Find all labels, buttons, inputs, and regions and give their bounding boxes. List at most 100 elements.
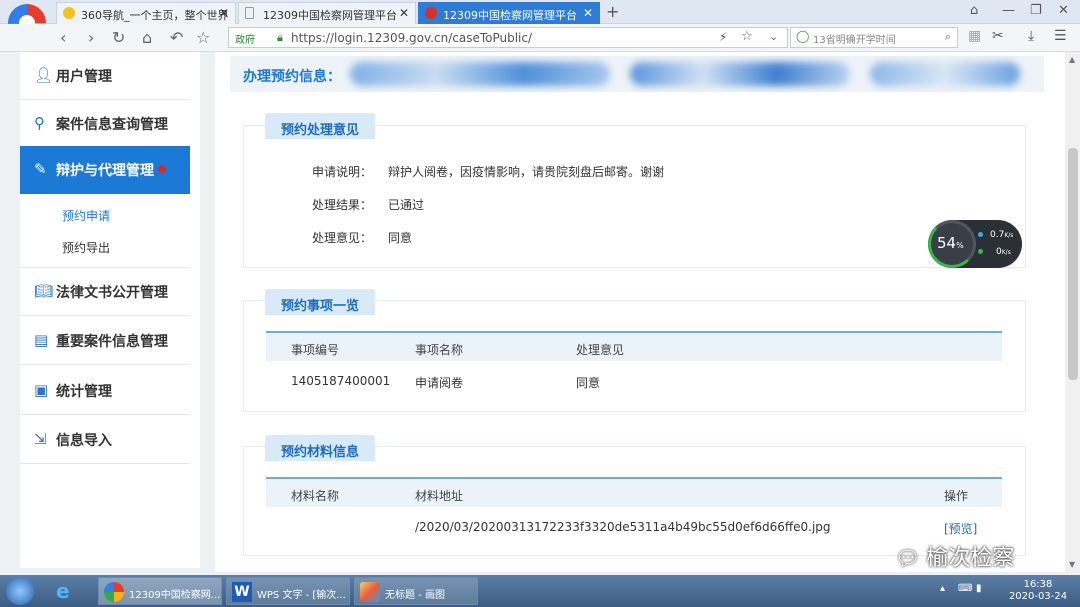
upload-dot <box>978 232 983 237</box>
menu-icon[interactable]: ☰ <box>1054 28 1067 44</box>
undo-icon[interactable]: ↶ <box>170 28 183 47</box>
wechat-watermark: 💬︎ 榆次检察 <box>895 546 1015 571</box>
preview-link[interactable]: [预览] <box>944 520 977 537</box>
case-search-icon: ⚲ <box>34 114 45 132</box>
url-bar[interactable]: 政府 🔒︎ https://login.12309.gov.cn/caseToP… <box>228 27 788 48</box>
chevron-down-icon[interactable]: ⌄ <box>769 30 778 43</box>
tab-12309-1[interactable]: 12309中国检察网管理平台 ✕ <box>238 2 416 24</box>
scissors-icon[interactable]: ✂ <box>992 28 1004 44</box>
download-speed: 0K/s <box>996 247 1011 257</box>
ie-browser-icon[interactable]: e <box>56 579 70 603</box>
minimize-icon[interactable]: — <box>1002 3 1015 18</box>
field-label: 处理意见： <box>311 231 372 245</box>
sidebar-item-label: 法律文书公开管理 <box>56 285 168 301</box>
search-input[interactable]: 13省明确开学时间 <box>813 31 896 46</box>
sidebar-item-import[interactable]: ⇲ 信息导入 <box>20 416 190 464</box>
forward-icon[interactable]: › <box>88 28 94 47</box>
item-name: 申请阅卷 <box>415 376 464 390</box>
appointment-info-bar: 办理预约信息： <box>230 56 1044 92</box>
task-label: WPS 文字 - [输次... <box>257 590 346 601</box>
search-box[interactable]: ◯ 13省明确开学时间 ⌕ <box>790 27 958 48</box>
subitem-appointment-apply[interactable]: 预约申请 <box>62 207 110 224</box>
windows-taskbar: e 12309中国检察网... W WPS 文字 - [输次... 无标题 - … <box>0 575 1080 607</box>
processing-result: 已通过 <box>388 198 425 212</box>
sidebar: 👤︎ 用户管理 ⚲ 案件信息查询管理 ✎ 辩护与代理管理 预约申请 预约导出 📖… <box>20 52 200 568</box>
start-button[interactable] <box>6 577 34 605</box>
column-header: 处理意见 <box>576 343 625 357</box>
tab-360-nav[interactable]: 360导航_一个主页，整个世界 ✕ <box>56 2 236 24</box>
system-clock[interactable]: 16:38 2020-03-24 <box>1000 579 1076 603</box>
speed-mode-icon[interactable]: ⚡︎ <box>719 30 727 44</box>
book-icon: 📖︎ <box>34 282 54 300</box>
import-icon: ⇲ <box>34 430 47 448</box>
subitem-appointment-export[interactable]: 预约导出 <box>62 239 110 256</box>
bookmark-star-icon[interactable]: ☆ <box>741 29 753 44</box>
maximize-icon[interactable]: ❐ <box>1030 3 1042 18</box>
column-header: 材料地址 <box>415 489 464 503</box>
material-path: /2020/03/20200313172233f3320de5311a4b49b… <box>415 520 831 534</box>
taskbar-item-wps[interactable]: W WPS 文字 - [输次... <box>226 577 350 605</box>
tab-label: 360导航_一个主页，整个世界 <box>81 9 229 22</box>
tab-label: 12309中国检察网管理平台 <box>263 9 397 22</box>
sidebar-item-case-query[interactable]: ⚲ 案件信息查询管理 <box>20 100 190 148</box>
taskbar-item-paint[interactable]: 无标题 - 画图 <box>354 577 478 605</box>
download-icon[interactable]: ⤓ <box>1028 28 1034 44</box>
redacted-blur <box>350 62 610 86</box>
column-header: 事项名称 <box>415 343 464 357</box>
back-icon[interactable]: ‹ <box>60 28 66 47</box>
processing-opinion: 同意 <box>388 231 413 245</box>
keyboard-icon[interactable]: ⌨ <box>958 583 972 594</box>
upload-speed: 0.7K/s <box>990 230 1014 240</box>
column-header: 操作 <box>944 489 969 503</box>
close-icon[interactable]: ✕ <box>399 6 409 20</box>
table-header <box>266 333 1002 361</box>
page-icon <box>245 7 254 19</box>
scrollbar-thumb[interactable] <box>1068 148 1078 380</box>
table-header <box>266 479 1002 507</box>
apps-grid-icon[interactable]: ▦ <box>968 28 981 44</box>
sidebar-item-label: 信息导入 <box>56 433 112 449</box>
sidebar-item-defense-agency[interactable]: ✎ 辩护与代理管理 <box>20 146 190 194</box>
favorite-star-icon[interactable]: ☆ <box>196 28 210 47</box>
sidebar-item-statistics[interactable]: ▣ 统计管理 <box>20 367 190 415</box>
sidebar-item-label: 统计管理 <box>56 384 112 400</box>
statistics-icon: ▣ <box>34 381 49 399</box>
vertical-scrollbar[interactable]: ▲ ▼ <box>1066 52 1080 575</box>
important-case-icon: ▤ <box>34 331 49 349</box>
new-tab-button[interactable]: + <box>606 2 619 21</box>
tray-expand-icon[interactable]: ▴ <box>940 583 945 594</box>
browser-icon <box>104 582 124 602</box>
info-label: 办理预约信息： <box>243 69 341 85</box>
defense-icon: ✎ <box>34 160 47 178</box>
scroll-up-icon[interactable]: ▲ <box>1069 55 1075 64</box>
close-icon[interactable]: ✕ <box>219 6 229 20</box>
section-title: 预约处理意见 <box>265 113 375 139</box>
home-icon[interactable]: ⌂ <box>142 28 152 47</box>
item-number: 1405187400001 <box>291 374 391 388</box>
url-text[interactable]: https://login.12309.gov.cn/caseToPublic/ <box>291 31 532 45</box>
wechat-icon: 💬︎ <box>895 546 921 570</box>
notification-dot <box>158 165 166 173</box>
network-icon[interactable]: ▮ <box>976 583 982 594</box>
application-note: 辩护人阅卷，因疫情影响，请贵院刻盘后邮寄。谢谢 <box>388 165 665 179</box>
search-engine-icon: ◯ <box>796 29 810 43</box>
sidebar-item-users[interactable]: 👤︎ 用户管理 <box>20 52 190 100</box>
sidebar-item-important-cases[interactable]: ▤ 重要案件信息管理 <box>20 317 190 365</box>
sidebar-item-label: 辩护与代理管理 <box>56 163 154 179</box>
download-dot <box>978 249 983 254</box>
task-label: 12309中国检察网... <box>129 590 221 601</box>
redacted-blur <box>870 62 1020 86</box>
field-label: 处理结果： <box>311 198 372 212</box>
close-window-icon[interactable]: ✕ <box>1058 3 1069 18</box>
scroll-down-icon[interactable]: ▼ <box>1069 560 1075 569</box>
search-icon[interactable]: ⌕ <box>945 30 951 44</box>
shirt-skin-icon[interactable]: ⌂ <box>970 3 978 18</box>
close-icon[interactable]: ✕ <box>583 6 593 20</box>
sidebar-item-legal-docs[interactable]: 📖︎ 法律文书公开管理 <box>20 268 190 316</box>
taskbar-item-browser[interactable]: 12309中国检察网... <box>98 577 222 605</box>
tab-12309-active[interactable]: 12309中国检察网管理平台 ✕ <box>418 2 600 24</box>
refresh-icon[interactable]: ↻ <box>112 28 125 47</box>
network-speed-widget[interactable]: 54% 0.7K/s 0K/s <box>928 220 1022 268</box>
360-nav-icon <box>63 7 75 19</box>
lock-icon: 🔒︎ <box>277 31 283 44</box>
